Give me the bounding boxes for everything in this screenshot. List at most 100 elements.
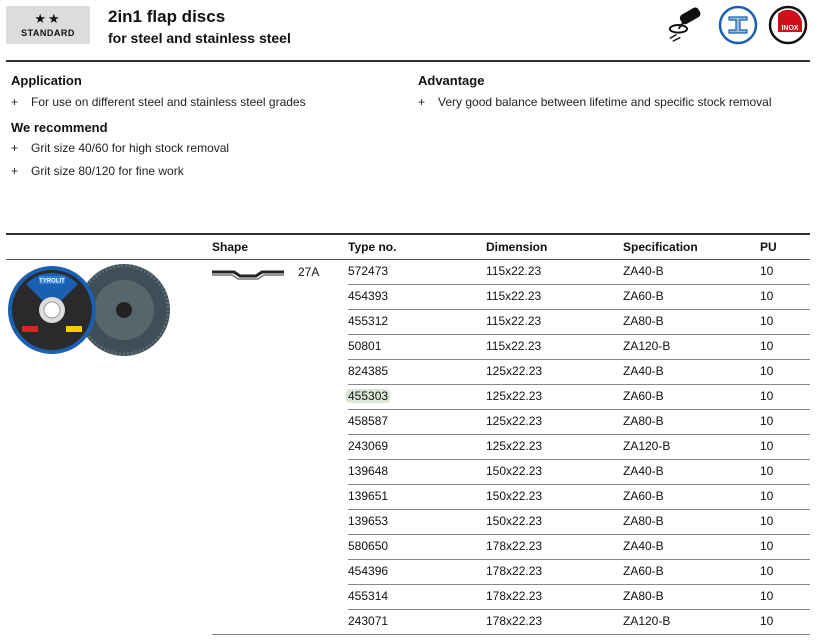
dimension-cell: 178x22.23 [486,589,543,603]
dimension-cell: 150x22.23 [486,514,543,528]
type-cell: 139648 [348,464,389,478]
table-row: 824385 125x22.23 ZA40-B 10 [348,359,810,385]
badge-label: STANDARD [21,28,75,38]
recommend-item: + Grit size 40/60 for high stock removal [11,141,230,155]
recommend-item: + Grit size 80/120 for fine work [11,164,184,178]
table-row: 139651 150x22.23 ZA60-B 10 [348,484,810,510]
advantage-heading: Advantage [418,73,485,88]
dimension-cell: 150x22.23 [486,464,543,478]
pu-cell: 10 [760,264,774,278]
angle-grinder-icon [667,4,709,46]
specification-cell: ZA40-B [623,364,664,378]
type-cell: 454393 [348,289,389,303]
dimension-cell: 125x22.23 [486,439,543,453]
pu-cell: 10 [760,414,774,428]
specification-cell: ZA120-B [623,439,671,453]
pu-cell: 10 [760,489,774,503]
pu-cell: 10 [760,589,774,603]
dimension-cell: 125x22.23 [486,414,543,428]
shape-code: 27A [298,265,320,279]
page-subtitle: for steel and stainless steel [108,30,291,46]
inox-icon: INOX [767,4,809,46]
dimension-cell: 178x22.23 [486,539,543,553]
table-row: 139648 150x22.23 ZA40-B 10 [348,459,810,485]
table-row: 50801 115x22.23 ZA120-B 10 [348,334,810,360]
specification-cell: ZA60-B [623,489,664,503]
dimension-cell: 150x22.23 [486,489,543,503]
type-cell: 139651 [348,489,389,503]
inox-label: INOX [781,25,798,32]
dimension-cell: 115x22.23 [486,264,542,278]
type-cell: 455303 [346,389,391,403]
recommend-heading: We recommend [11,120,108,135]
specification-cell: ZA80-B [623,589,664,603]
stars-icon: ★★ [34,11,62,26]
specification-cell: ZA60-B [623,289,664,303]
application-heading: Application [11,73,82,88]
pu-cell: 10 [760,614,774,628]
specification-cell: ZA40-B [623,464,664,478]
pu-cell: 10 [760,289,774,303]
table-row: 580650 178x22.23 ZA40-B 10 [348,534,810,560]
pu-cell: 10 [760,439,774,453]
table-row: 139653 150x22.23 ZA80-B 10 [348,509,810,535]
page-title: 2in1 flap discs [108,7,226,26]
pu-cell: 10 [760,464,774,478]
type-cell: 50801 [348,339,382,353]
type-cell: 458587 [348,414,389,428]
table-row: 243069 125x22.23 ZA120-B 10 [348,434,810,460]
column-header-type: Type no. [348,240,397,254]
pu-cell: 10 [760,314,774,328]
application-item: + For use on different steel and stainles… [11,95,306,109]
type-cell: 455314 [348,589,389,603]
type-cell: 455312 [348,314,389,328]
pu-cell: 10 [760,564,774,578]
dimension-cell: 125x22.23 [486,364,543,378]
dimension-cell: 115x22.23 [486,289,542,303]
specification-cell: ZA80-B [623,514,664,528]
column-header-specification: Specification [623,240,698,254]
pu-cell: 10 [760,339,774,353]
advantage-item: + Very good balance between lifetime and … [418,95,772,109]
type-cell: 243069 [348,439,389,453]
table-row: 243071 178x22.23 ZA120-B 10 [348,609,810,635]
quality-badge: ★★ STANDARD [6,6,90,44]
type-cell: 824385 [348,364,389,378]
table-row: 458587 125x22.23 ZA80-B 10 [348,409,810,435]
column-header-shape: Shape [212,240,249,254]
pu-cell: 10 [760,514,774,528]
table-bottom-divider [212,634,810,635]
dimension-cell: 178x22.23 [486,614,543,628]
type-cell: 580650 [348,539,389,553]
dimension-cell: 125x22.23 [486,389,543,403]
column-header-dimension: Dimension [486,240,548,254]
column-header-pu: PU [760,240,777,254]
shape-27a-icon [212,266,284,285]
header-icons: INOX [667,4,809,46]
table-row: 455303 125x22.23 ZA60-B 10 [346,384,810,410]
pu-cell: 10 [760,389,774,403]
dimension-cell: 178x22.23 [486,564,543,578]
specification-cell: ZA80-B [623,314,664,328]
type-cell: 572473 [348,264,389,278]
table-row: 454393 115x22.23 ZA60-B 10 [348,284,810,310]
pu-cell: 10 [760,364,774,378]
table-row: 572473 115x22.23 ZA40-B 10 [348,259,810,285]
specification-cell: ZA40-B [623,264,664,278]
type-cell: 454396 [348,564,389,578]
pu-cell: 10 [760,539,774,553]
table-row: 455312 115x22.23 ZA80-B 10 [348,309,810,335]
specification-cell: ZA120-B [623,614,671,628]
specification-cell: ZA40-B [623,539,664,553]
steel-profile-icon [717,4,759,46]
table-row: 454396 178x22.23 ZA60-B 10 [348,559,810,585]
top-divider [6,60,810,62]
dimension-cell: 115x22.23 [486,314,542,328]
specification-cell: ZA80-B [623,414,664,428]
dimension-cell: 115x22.23 [486,339,542,353]
type-cell: 243071 [348,614,389,628]
table-row: 455314 178x22.23 ZA80-B 10 [348,584,810,610]
type-cell: 139653 [348,514,389,528]
table-top-divider [6,233,810,235]
flap-disc-product-photo: TYROLIT [6,262,196,367]
